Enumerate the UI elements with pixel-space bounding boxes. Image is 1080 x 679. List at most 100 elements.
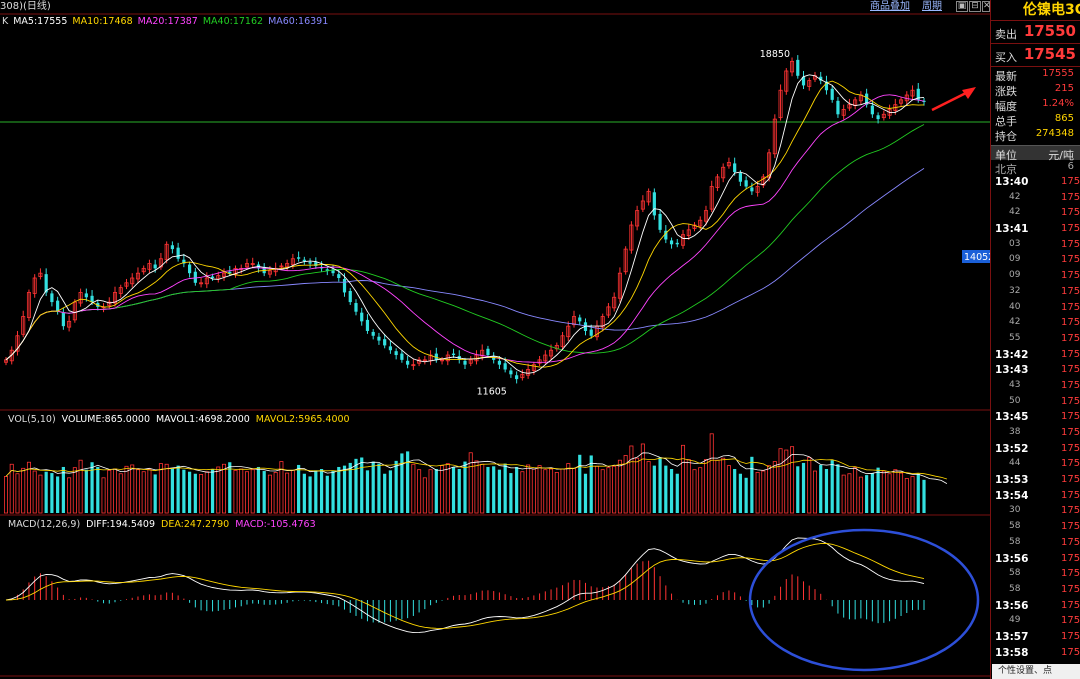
- volume-bar: [50, 473, 54, 513]
- tick-row[interactable]: 13:54 175: [991, 489, 1080, 505]
- buy-label: 买入: [995, 51, 1017, 64]
- volume-bar: [738, 473, 742, 513]
- tick-row[interactable]: 58 175: [991, 536, 1080, 552]
- beijing-extra: 6: [1067, 161, 1074, 172]
- tick-row[interactable]: 58 175: [991, 567, 1080, 583]
- sell-row[interactable]: 卖出 17550: [991, 21, 1080, 44]
- tick-list[interactable]: 13:40 175 42 175 42 175 13:41 175 03 175 09 175 09 17…: [991, 175, 1080, 661]
- tick-time: 44: [1009, 458, 1021, 469]
- tick-price: 175: [1061, 379, 1080, 391]
- volume-bar: [515, 466, 519, 513]
- volume-bar: [870, 473, 874, 513]
- volume-bar: [658, 457, 662, 513]
- tick-row[interactable]: 42 175: [991, 191, 1080, 207]
- tick-row[interactable]: 44 175: [991, 457, 1080, 473]
- volume-bar: [377, 463, 381, 513]
- tick-row[interactable]: 30 175: [991, 504, 1080, 520]
- volume-bar: [566, 463, 571, 514]
- tick-row[interactable]: 03 175: [991, 238, 1080, 254]
- volume-bar: [778, 448, 783, 514]
- volume-bar: [388, 470, 393, 513]
- arrow-shaft: [931, 90, 969, 112]
- tick-row[interactable]: 13:58 175: [991, 646, 1080, 662]
- volume-bar: [78, 459, 83, 514]
- tick-price: 175: [1061, 317, 1080, 329]
- buy-row[interactable]: 买入 17545: [991, 44, 1080, 67]
- tick-row[interactable]: 42 175: [991, 206, 1080, 222]
- volume-bar: [681, 444, 686, 514]
- tick-row[interactable]: 13:41 175: [991, 222, 1080, 238]
- tick-row[interactable]: 09 175: [991, 269, 1080, 285]
- overlay-button[interactable]: 商品叠加: [870, 0, 910, 14]
- close-icon[interactable]: ✕: [982, 1, 991, 12]
- kline-label: K: [2, 16, 9, 27]
- tick-row[interactable]: 13:52 175: [991, 442, 1080, 458]
- tick-row[interactable]: 43 175: [991, 379, 1080, 395]
- tick-row[interactable]: 13:53 175: [991, 473, 1080, 489]
- tick-row[interactable]: 58 175: [991, 583, 1080, 599]
- candle: [652, 192, 656, 216]
- mavol5-line: [5, 452, 948, 484]
- candle: [515, 375, 519, 380]
- volume-bar: [210, 469, 215, 513]
- candle: [170, 245, 174, 250]
- tick-time: 50: [1009, 395, 1021, 406]
- tick-row[interactable]: 40 175: [991, 301, 1080, 317]
- period-button[interactable]: 周期: [922, 0, 942, 14]
- tick-time: 49: [1009, 615, 1021, 626]
- volume-bar: [858, 476, 863, 514]
- candle: [669, 240, 674, 245]
- tick-row[interactable]: 42 175: [991, 316, 1080, 332]
- volume-bar: [422, 477, 427, 514]
- candle: [348, 291, 352, 303]
- volume-bar: [652, 465, 656, 513]
- quote-list: 最新 17555 涨跌 215 幅度 1.24% 总手 865 持仓 274348: [991, 67, 1080, 143]
- tick-price: 175: [1061, 646, 1080, 658]
- tick-row[interactable]: 13:56 175: [991, 599, 1080, 615]
- tick-price: 175: [1061, 536, 1080, 548]
- kline-chart[interactable]: K MA5:17555 MA10:17468 MA20:17387 MA40:17162…: [0, 0, 990, 679]
- quote-value: 274348: [1035, 128, 1074, 139]
- candle: [658, 213, 662, 230]
- contract-code: 308): [0, 1, 23, 12]
- tick-row[interactable]: 13:45 175: [991, 410, 1080, 426]
- tick-row[interactable]: 13:40 175: [991, 175, 1080, 191]
- volume-bar: [406, 451, 410, 513]
- volume-bar: [876, 467, 880, 513]
- candle: [302, 259, 306, 262]
- volume-bar: [853, 467, 858, 514]
- tick-row[interactable]: 13:56 175: [991, 552, 1080, 568]
- volume-bar: [262, 471, 266, 513]
- tick-price: 175: [1061, 238, 1080, 250]
- minimize-icon[interactable]: ⊟: [969, 1, 981, 12]
- volume-bar: [325, 475, 329, 513]
- volume-bar: [365, 470, 370, 513]
- volume-bar: [790, 446, 795, 514]
- volume-bar: [733, 469, 737, 513]
- tick-row[interactable]: 58 175: [991, 520, 1080, 536]
- tick-time: 13:43: [995, 364, 1029, 377]
- tick-row[interactable]: 32 175: [991, 285, 1080, 301]
- volume-bar: [451, 466, 456, 513]
- volume-bar: [629, 445, 634, 514]
- tick-price: 175: [1061, 442, 1080, 454]
- volume-bar: [239, 468, 244, 514]
- settings-tip[interactable]: 个性设置、点: [992, 664, 1080, 679]
- period-label: (日线): [23, 1, 51, 12]
- tick-time: 42: [1009, 317, 1021, 328]
- tick-row[interactable]: 50 175: [991, 395, 1080, 411]
- tick-row[interactable]: 09 175: [991, 253, 1080, 269]
- volume-bar: [130, 464, 135, 514]
- tick-row[interactable]: 38 175: [991, 426, 1080, 442]
- quote-row: 持仓 274348: [991, 127, 1080, 143]
- tick-row[interactable]: 13:42 175: [991, 348, 1080, 364]
- tick-row[interactable]: 13:43 175: [991, 363, 1080, 379]
- tick-row[interactable]: 55 175: [991, 332, 1080, 348]
- volume-bar: [170, 468, 174, 513]
- volume-bar: [606, 467, 611, 514]
- volume-bar: [250, 469, 255, 514]
- tick-row[interactable]: 13:57 175: [991, 630, 1080, 646]
- volume-bar: [692, 469, 697, 514]
- tick-row[interactable]: 49 175: [991, 614, 1080, 630]
- restore-icon[interactable]: ▣: [956, 1, 968, 12]
